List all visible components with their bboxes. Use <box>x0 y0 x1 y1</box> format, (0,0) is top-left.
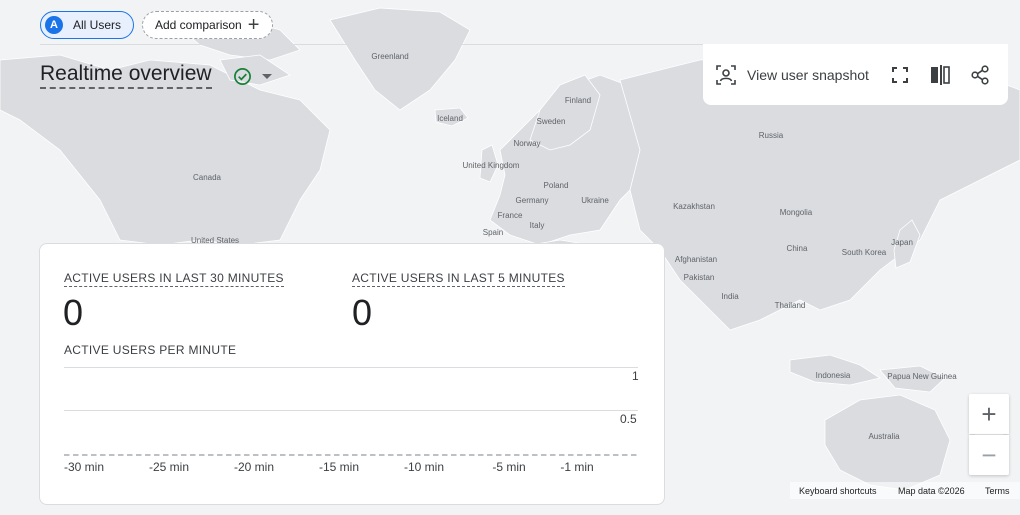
segment-avatar: A <box>45 16 63 34</box>
keyboard-shortcuts-link[interactable]: Keyboard shortcuts <box>799 486 877 496</box>
map-data-attribution: Map data ©2026 <box>898 486 965 496</box>
zoom-in-button[interactable]: + <box>969 394 1009 434</box>
map-label-germany: Germany <box>516 196 549 205</box>
map-label-pakistan: Pakistan <box>684 273 715 282</box>
x-tick-1: -1 min <box>560 460 594 474</box>
active-users-5-min-value: 0 <box>352 292 373 333</box>
x-tick-25: -25 min <box>148 460 190 474</box>
page-title[interactable]: Realtime overview <box>40 62 212 89</box>
realtime-users-card: ACTIVE USERS IN LAST 30 MINUTES 0 ACTIVE… <box>39 243 665 505</box>
gridline-0-5 <box>64 410 638 411</box>
chart-baseline <box>64 454 638 456</box>
y-tick-1: 1 <box>632 369 639 383</box>
map-label-indonesia: Indonesia <box>816 371 851 380</box>
x-tick-30: -30 min <box>63 460 105 474</box>
y-tick-0-5: 0.5 <box>620 412 637 426</box>
map-label-france: France <box>498 211 523 220</box>
map-label-greenland: Greenland <box>371 52 408 61</box>
zoom-out-button[interactable]: − <box>969 435 1009 475</box>
map-label-afghanistan: Afghanistan <box>675 255 717 264</box>
x-tick-10: -10 min <box>403 460 445 474</box>
fullscreen-icon[interactable] <box>889 64 911 86</box>
map-label-papua-new-guinea: Papua New Guinea <box>887 372 957 381</box>
x-tick-15: -15 min <box>318 460 360 474</box>
map-label-norway: Norway <box>513 139 540 148</box>
check-circle-icon <box>234 68 251 85</box>
view-user-snapshot-label: View user snapshot <box>747 66 869 83</box>
x-tick-20: -20 min <box>233 460 275 474</box>
map-label-united-kingdom: United Kingdom <box>463 161 520 170</box>
view-user-snapshot-button[interactable]: View user snapshot <box>715 64 869 86</box>
plus-icon: + <box>247 14 260 36</box>
map-label-russia: Russia <box>759 131 784 140</box>
active-users-5-min-label[interactable]: ACTIVE USERS IN LAST 5 MINUTES <box>352 271 565 287</box>
chart-title: ACTIVE USERS PER MINUTE <box>64 343 237 357</box>
map-label-japan: Japan <box>891 238 913 247</box>
active-users-30-min-value: 0 <box>63 292 84 333</box>
map-label-kazakhstan: Kazakhstan <box>673 202 715 211</box>
compare-columns-icon[interactable] <box>929 64 951 86</box>
map-label-south-korea: South Korea <box>842 248 887 257</box>
map-label-canada: Canada <box>193 173 222 182</box>
map-label-mongolia: Mongolia <box>780 208 813 217</box>
terms-link[interactable]: Terms <box>985 486 1010 496</box>
gridline-1 <box>64 367 638 368</box>
map-label-sweden: Sweden <box>537 117 566 126</box>
active-users-30-min-label[interactable]: ACTIVE USERS IN LAST 30 MINUTES <box>64 271 284 287</box>
map-label-china: China <box>787 244 808 253</box>
map-label-thailand: Thailand <box>775 301 806 310</box>
map-label-ukraine: Ukraine <box>581 196 609 205</box>
map-label-spain: Spain <box>483 228 503 237</box>
toolbar: View user snapshot <box>703 44 1008 105</box>
map-label-iceland: Iceland <box>437 114 463 123</box>
map-label-italy: Italy <box>530 221 545 230</box>
map-label-india: India <box>721 292 739 301</box>
map-label-finland: Finland <box>565 96 591 105</box>
comparison-chip-label: All Users <box>73 18 122 32</box>
comparison-chip-all-users[interactable]: A All Users <box>40 11 134 39</box>
add-comparison-button[interactable]: Add comparison + <box>142 11 273 39</box>
x-tick-5: -5 min <box>492 460 526 474</box>
share-icon[interactable] <box>969 64 991 86</box>
map-label-australia: Australia <box>868 432 900 441</box>
add-comparison-label: Add comparison <box>155 18 242 32</box>
map-label-poland: Poland <box>544 181 569 190</box>
caret-down-icon[interactable] <box>262 73 272 81</box>
user-snapshot-icon <box>716 64 736 85</box>
